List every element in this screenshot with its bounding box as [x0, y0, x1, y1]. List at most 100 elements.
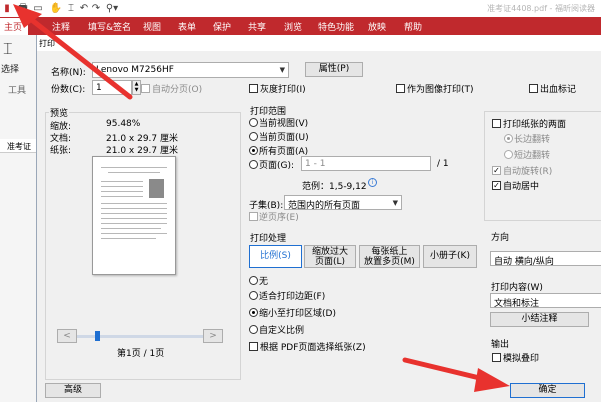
- print-content-title: 打印内容(W): [490, 280, 544, 293]
- range-example: 范例：1,5-9,12: [302, 182, 367, 192]
- print-handling-title: 打印处理: [249, 231, 288, 244]
- subset-value: 范围内的所有页面: [288, 201, 361, 210]
- copies-stepper[interactable]: ▲ ▼: [132, 80, 141, 95]
- preview-slider-thumb[interactable]: [95, 331, 100, 341]
- hand-icon[interactable]: ✋: [50, 2, 62, 14]
- custom-scale-label: 自定义比例: [259, 326, 305, 336]
- title-bar: ▮ 🖶 ▭ ✋ ⌶ ↶ ↷ ⚲▾ 准考证4408.pdf - 福昕阅读器: [0, 0, 601, 17]
- print-content-select[interactable]: 文档和标注: [490, 293, 601, 308]
- properties-button[interactable]: 属性(P): [305, 62, 363, 77]
- tools-label: 工具: [8, 86, 27, 96]
- menu-browse[interactable]: 浏览: [284, 20, 302, 33]
- paper-size-label: 纸张:: [50, 146, 72, 156]
- tab-tile-large-pages[interactable]: 缩放过大 页面(L): [304, 245, 356, 268]
- next-page-button[interactable]: >: [203, 329, 223, 343]
- scale-none-label: 无: [259, 277, 269, 287]
- bleed-marks-label: 出血标记: [540, 85, 577, 95]
- shrink-to-area-radio[interactable]: [249, 308, 258, 317]
- pages-input-placeholder: 1 - 1: [305, 159, 326, 169]
- short-edge-radio[interactable]: [504, 150, 513, 159]
- long-edge-label: 长边翻转: [514, 135, 551, 145]
- all-pages-radio[interactable]: [249, 146, 258, 155]
- select-text-icon[interactable]: ⌶: [3, 39, 13, 59]
- printer-select[interactable]: Lenovo M7256HF ▼: [92, 62, 289, 78]
- menu-bar: 主页 注释 填写&签名 视图 表单 保护 共享 浏览 特色功能 放映 帮助: [0, 17, 601, 35]
- collate-checkbox[interactable]: [141, 84, 150, 93]
- tab-scale[interactable]: 比例(S): [249, 245, 302, 268]
- info-icon: i: [368, 178, 377, 187]
- prev-page-button[interactable]: <: [57, 329, 77, 343]
- open-icon[interactable]: ▭: [32, 2, 44, 14]
- advanced-button[interactable]: 高级: [45, 383, 101, 398]
- simulate-overprint-label: 模拟叠印: [503, 354, 540, 364]
- fit-margins-label: 适合打印边距(F): [259, 292, 326, 302]
- print-as-image-checkbox[interactable]: [396, 84, 405, 93]
- pages-input[interactable]: 1 - 1: [301, 156, 431, 171]
- photo-thumbnail: [149, 179, 164, 198]
- menu-share[interactable]: 共享: [248, 20, 266, 33]
- print-as-image-label: 作为图像打印(T): [407, 85, 474, 95]
- dialog-title-bar: 打印: [37, 35, 601, 51]
- orientation-value: 自动 横向/纵向: [494, 257, 554, 266]
- auto-rotate-checkbox[interactable]: ✓: [492, 166, 501, 175]
- reverse-order-checkbox[interactable]: [249, 212, 258, 221]
- paper-by-pdf-size-label: 根据 PDF页面选择纸张(Z): [260, 343, 366, 353]
- print-content-value: 文档和标注: [494, 299, 540, 308]
- preview-slider[interactable]: [65, 335, 219, 338]
- zoom-value: 95.48%: [106, 119, 141, 129]
- page-preview: [92, 156, 176, 275]
- paper-by-pdf-size-checkbox[interactable]: [249, 342, 258, 351]
- redo-icon[interactable]: ↷: [90, 2, 102, 14]
- current-page-radio[interactable]: [249, 132, 258, 141]
- menu-features[interactable]: 特色功能: [318, 20, 354, 33]
- grayscale-label: 灰度打印(I): [260, 85, 306, 95]
- ok-button[interactable]: 确定: [510, 383, 585, 398]
- copies-input[interactable]: 1: [92, 80, 132, 95]
- grayscale-checkbox[interactable]: [249, 84, 258, 93]
- auto-center-checkbox[interactable]: ✓: [492, 181, 501, 190]
- menu-view[interactable]: 视图: [143, 20, 161, 33]
- collate-label: 自动分页(O): [152, 85, 203, 95]
- print-icon[interactable]: 🖶: [17, 2, 29, 14]
- select-label[interactable]: 选择: [1, 62, 19, 75]
- current-page-label: 当前页面(U): [259, 133, 309, 143]
- menu-help[interactable]: 帮助: [404, 20, 422, 33]
- orientation-select[interactable]: 自动 横向/纵向: [490, 251, 601, 266]
- menu-protect[interactable]: 保护: [213, 20, 231, 33]
- customize-icon[interactable]: ⚲▾: [103, 2, 121, 14]
- menu-form[interactable]: 表单: [178, 20, 196, 33]
- paper-size-value: 21.0 x 29.7 厘米: [106, 146, 178, 156]
- tab-multiple-per-sheet[interactable]: 每张纸上 放置多页(M): [359, 245, 420, 268]
- printer-name-label: 名称(N):: [51, 68, 86, 78]
- current-view-radio[interactable]: [249, 118, 258, 127]
- document-tab[interactable]: 准考证: [0, 139, 40, 153]
- current-view-label: 当前视图(V): [259, 119, 309, 129]
- menu-home[interactable]: 主页: [0, 18, 29, 35]
- menu-slideshow[interactable]: 放映: [368, 20, 386, 33]
- app-title: 准考证4408.pdf - 福昕阅读器: [487, 4, 595, 13]
- output-title: 输出: [490, 337, 511, 350]
- fit-margins-radio[interactable]: [249, 291, 258, 300]
- undo-icon[interactable]: ↶: [78, 2, 90, 14]
- dialog-title: 打印: [39, 39, 55, 48]
- pages-radio[interactable]: [249, 160, 258, 169]
- bleed-marks-checkbox[interactable]: [529, 84, 538, 93]
- menu-fill-sign[interactable]: 填写&签名: [88, 20, 131, 33]
- duplex-checkbox[interactable]: [492, 119, 501, 128]
- select-icon[interactable]: ⌶: [65, 2, 77, 14]
- scale-none-radio[interactable]: [249, 276, 258, 285]
- menu-comment[interactable]: 注释: [52, 20, 70, 33]
- print-dialog: 打印 名称(N): Lenovo M7256HF ▼ 属性(P) 份数(C): …: [36, 35, 601, 402]
- summarize-comments-button[interactable]: 小结注释: [490, 312, 589, 327]
- short-edge-label: 短边翻转: [514, 151, 551, 161]
- subset-select[interactable]: 范围内的所有页面 ▼: [284, 195, 402, 210]
- custom-scale-radio[interactable]: [249, 325, 258, 334]
- page-indicator: 第1页 / 1页: [117, 349, 165, 359]
- simulate-overprint-checkbox[interactable]: [492, 353, 501, 362]
- auto-rotate-label: 自动旋转(R): [503, 167, 553, 177]
- auto-center-label: 自动居中: [503, 182, 540, 192]
- ribbon: ⌶ 选择 工具 准考证: [0, 35, 40, 402]
- long-edge-radio[interactable]: [504, 134, 513, 143]
- tab-booklet[interactable]: 小册子(K): [423, 245, 477, 268]
- duplex-label: 打印纸张的两面: [503, 120, 567, 130]
